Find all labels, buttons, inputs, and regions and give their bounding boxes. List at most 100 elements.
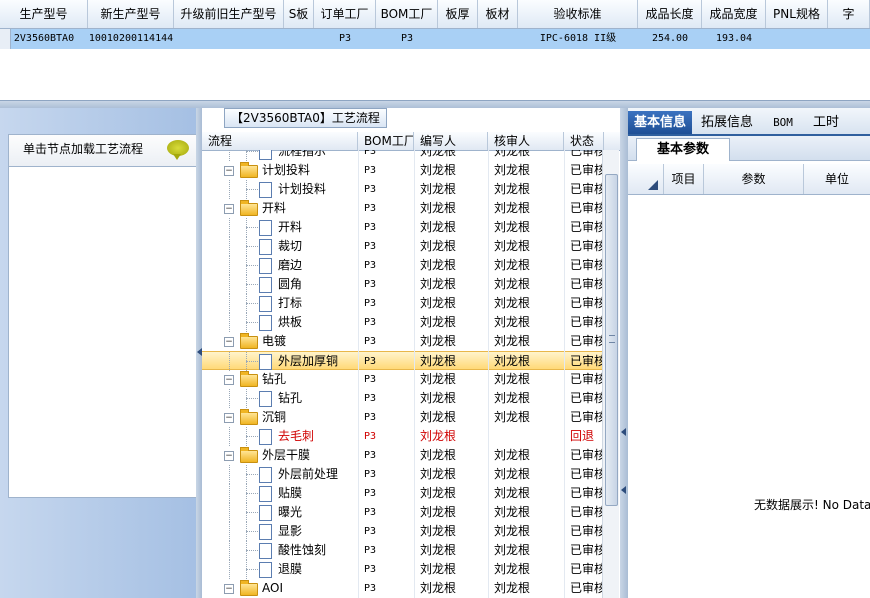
process-tree[interactable]: 流程指示 P3 刘龙根 刘龙根 已审核 − 计划投料 P3 刘龙根 刘龙根 已审核 计划投料 P3 刘龙根… <box>202 150 602 598</box>
tab-basic-params[interactable]: 基本参数 <box>636 138 730 161</box>
tree-row[interactable]: 显影 P3 刘龙根 刘龙根 已审核 <box>202 522 602 541</box>
process-tree-scrollbar[interactable] <box>602 150 619 598</box>
grid-cell[interactable] <box>766 29 828 49</box>
grid-col-header[interactable]: 生产型号 <box>0 0 88 28</box>
grid-cell[interactable]: 10010200114144 <box>88 29 174 49</box>
tree-col-header[interactable]: 核审人 <box>488 132 564 150</box>
node-author: 刘龙根 <box>420 391 457 405</box>
collapse-arrow-icon[interactable] <box>621 428 626 436</box>
tree-row[interactable]: − AOI P3 刘龙根 刘龙根 已审核 <box>202 579 602 598</box>
column-divider <box>358 150 359 598</box>
tree-row[interactable]: 外层前处理 P3 刘龙根 刘龙根 已审核 <box>202 465 602 484</box>
grid-cell[interactable]: 2V3560BTA0 <box>0 29 88 49</box>
grid-cell[interactable] <box>174 29 284 49</box>
grid-col-header[interactable]: BOM工厂 <box>376 0 438 28</box>
node-status: 已审核 <box>570 334 602 348</box>
grid-col-header[interactable]: 订单工厂 <box>314 0 376 28</box>
tree-col-header[interactable]: 编写人 <box>414 132 488 150</box>
grid-cell[interactable] <box>828 29 870 49</box>
tree-connector <box>229 150 230 161</box>
tab-work-hours[interactable]: 工时 <box>806 111 846 134</box>
grid-col-header[interactable]: 升级前旧生产型号 <box>174 0 284 28</box>
grid-cell[interactable]: 193.04 <box>702 29 766 49</box>
grid-col-header[interactable]: 成品长度 <box>638 0 702 28</box>
tree-row[interactable]: − 沉铜 P3 刘龙根 刘龙根 已审核 <box>202 408 602 427</box>
tree-row[interactable]: 磨边 P3 刘龙根 刘龙根 已审核 <box>202 256 602 275</box>
tree-row[interactable]: 外层加厚铜 P3 刘龙根 刘龙根 已审核 <box>202 351 602 371</box>
tree-row[interactable]: 开料 P3 刘龙根 刘龙根 已审核 <box>202 218 602 237</box>
collapse-arrow-icon[interactable] <box>621 486 626 494</box>
tree-row[interactable]: 裁切 P3 刘龙根 刘龙根 已审核 <box>202 237 602 256</box>
collapse-toggle-icon[interactable]: − <box>224 337 234 347</box>
document-icon <box>259 239 272 255</box>
tree-col-header[interactable]: BOM工厂 <box>358 132 414 150</box>
tree-row[interactable]: 贴膜 P3 刘龙根 刘龙根 已审核 <box>202 484 602 503</box>
collapse-toggle-icon[interactable]: − <box>224 375 234 385</box>
tab-basic-info[interactable]: 基本信息 <box>628 111 692 134</box>
tree-row[interactable]: 流程指示 P3 刘龙根 刘龙根 已审核 <box>202 150 602 161</box>
tree-row[interactable]: 打标 P3 刘龙根 刘龙根 已审核 <box>202 294 602 313</box>
grid-col-header[interactable]: S板 <box>284 0 314 28</box>
tree-row[interactable]: 计划投料 P3 刘龙根 刘龙根 已审核 <box>202 180 602 199</box>
grid-col-header[interactable]: 新生产型号 <box>88 0 174 28</box>
node-panel-body[interactable] <box>8 166 198 498</box>
grid-col-header[interactable]: PNL规格 <box>766 0 828 28</box>
grid-cell[interactable]: P3 <box>314 29 376 49</box>
document-icon <box>259 486 272 502</box>
grid-col-header[interactable]: 字 <box>828 0 870 28</box>
grid-cell[interactable]: 254.00 <box>638 29 702 49</box>
tree-connector <box>229 218 230 237</box>
tree-row[interactable]: − 计划投料 P3 刘龙根 刘龙根 已审核 <box>202 161 602 180</box>
grid-cell[interactable] <box>438 29 478 49</box>
grid-cell[interactable]: P3 <box>376 29 438 49</box>
param-col-value[interactable]: 参数 <box>704 164 804 194</box>
node-status: 已审核 <box>570 239 602 253</box>
node-reviewer: 刘龙根 <box>494 372 531 386</box>
product-grid-selected-row[interactable]: 2V3560BTA0 10010200114144 P3 P3 IPC-6018 II级… <box>0 29 870 49</box>
tree-row[interactable]: 烘板 P3 刘龙根 刘龙根 已审核 <box>202 313 602 332</box>
collapse-toggle-icon[interactable]: − <box>224 166 234 176</box>
tree-col-header[interactable]: 流程 <box>202 132 358 150</box>
tree-row[interactable]: 曝光 P3 刘龙根 刘龙根 已审核 <box>202 503 602 522</box>
tree-row[interactable]: 去毛刺 P3 刘龙根 回退 <box>202 427 602 446</box>
node-bom-factory: P3 <box>364 469 377 480</box>
node-author: 刘龙根 <box>420 448 457 462</box>
grid-cell[interactable]: IPC-6018 II级 <box>518 29 638 49</box>
grid-cell[interactable] <box>478 29 518 49</box>
node-name: 计划投料 <box>262 163 311 177</box>
param-col-unit[interactable]: 单位 <box>804 164 870 194</box>
tree-row[interactable]: 退膜 P3 刘龙根 刘龙根 已审核 <box>202 560 602 579</box>
tree-connector <box>246 531 258 532</box>
tree-row[interactable]: 酸性蚀刻 P3 刘龙根 刘龙根 已审核 <box>202 541 602 560</box>
tree-col-header[interactable]: 状态 <box>564 132 604 150</box>
collapse-toggle-icon[interactable]: − <box>224 413 234 423</box>
node-author: 刘龙根 <box>420 334 457 348</box>
node-reviewer: 刘龙根 <box>494 467 531 481</box>
tree-row[interactable]: 圆角 P3 刘龙根 刘龙根 已审核 <box>202 275 602 294</box>
node-reviewer: 刘龙根 <box>494 277 531 291</box>
grid-col-header[interactable]: 板厚 <box>438 0 478 28</box>
node-name: 去毛刺 <box>278 429 315 443</box>
grid-col-header[interactable]: 验收标准 <box>518 0 638 28</box>
tree-row[interactable]: − 外层干膜 P3 刘龙根 刘龙根 已审核 <box>202 446 602 465</box>
collapse-toggle-icon[interactable]: − <box>224 584 234 594</box>
collapse-toggle-icon[interactable]: − <box>224 204 234 214</box>
vertical-splitter[interactable] <box>620 108 628 598</box>
param-corner-cell[interactable] <box>628 164 664 194</box>
node-reviewer: 刘龙根 <box>494 201 531 215</box>
grid-col-header[interactable]: 板材 <box>478 0 518 28</box>
grid-col-header[interactable]: 成品宽度 <box>702 0 766 28</box>
document-icon <box>259 315 272 331</box>
speech-bubble-icon[interactable] <box>167 140 189 160</box>
tree-row[interactable]: 钻孔 P3 刘龙根 刘龙根 已审核 <box>202 389 602 408</box>
grid-cell[interactable] <box>284 29 314 49</box>
tab-extended-info[interactable]: 拓展信息 <box>694 111 760 134</box>
param-col-item[interactable]: 项目 <box>664 164 704 194</box>
tab-bom[interactable]: BOM <box>762 111 804 134</box>
collapse-toggle-icon[interactable]: − <box>224 451 234 461</box>
tree-row[interactable]: − 开料 P3 刘龙根 刘龙根 已审核 <box>202 199 602 218</box>
tree-row[interactable]: − 钻孔 P3 刘龙根 刘龙根 已审核 <box>202 370 602 389</box>
scrollbar-thumb[interactable] <box>605 174 618 506</box>
tree-row[interactable]: − 电镀 P3 刘龙根 刘龙根 已审核 <box>202 332 602 351</box>
node-status: 已审核 <box>570 296 602 310</box>
